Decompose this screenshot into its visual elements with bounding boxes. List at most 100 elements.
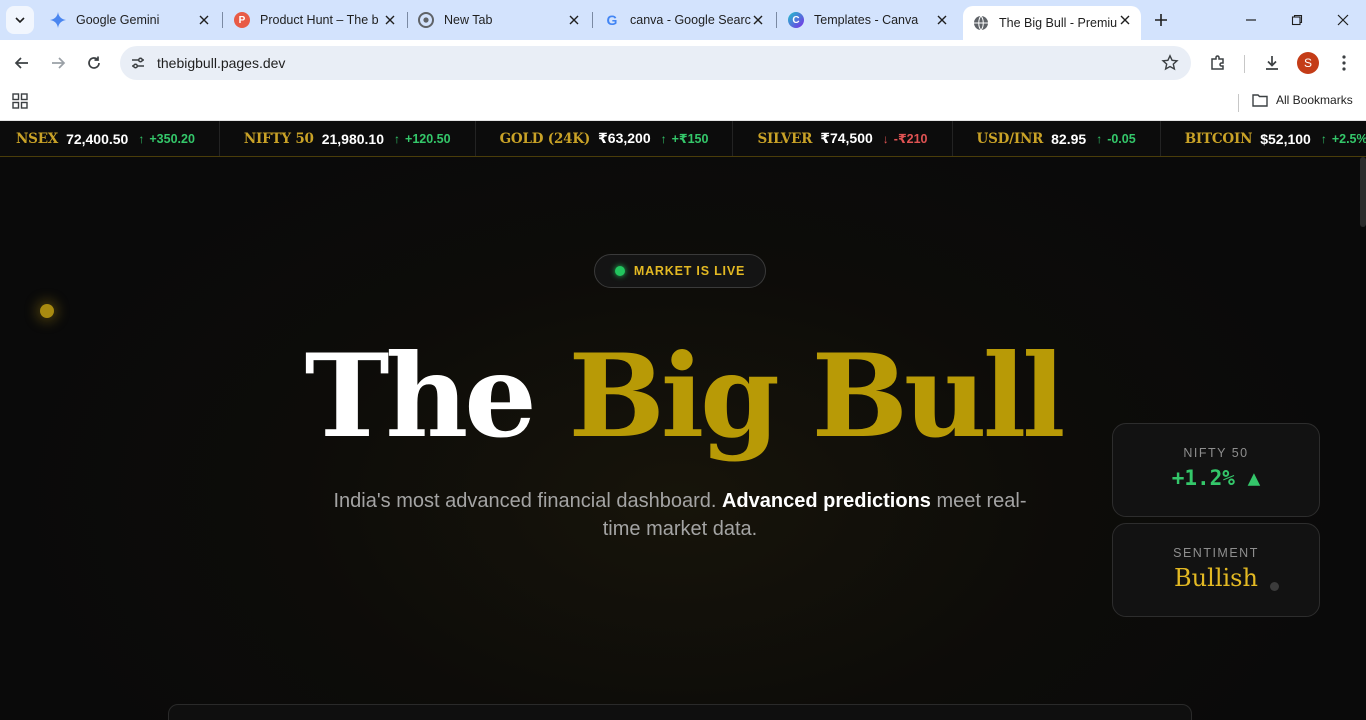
ticker-change-value: +2.5% [1331, 131, 1366, 146]
decorative-dot [1270, 582, 1279, 591]
toolbar-divider [1244, 55, 1245, 73]
tab-title: Product Hunt – The b [260, 13, 379, 27]
product-hunt-icon: P [234, 12, 250, 28]
ticker-change-value: +350.20 [149, 131, 195, 146]
tab-title: Templates - Canva [814, 13, 919, 27]
downloads-button[interactable] [1260, 51, 1284, 75]
apps-grid-icon[interactable] [12, 93, 30, 111]
ticker-price: ₹63,200 [598, 130, 651, 146]
ticker-change: ↑ +350.20 [138, 132, 195, 146]
tab-search-button[interactable] [6, 6, 34, 34]
profile-avatar[interactable]: S [1297, 52, 1319, 74]
tab-canva-search[interactable]: G canva - Google Searc [594, 6, 774, 34]
tab-separator [592, 12, 593, 28]
ticker-price: 82.95 [1051, 130, 1087, 147]
forward-button[interactable] [44, 49, 72, 77]
close-icon[interactable] [1117, 12, 1133, 28]
folder-icon [1252, 94, 1268, 107]
ticker-change: ↑ +2.5% [1321, 132, 1366, 146]
ticker-price: 72,400.50 [66, 130, 129, 147]
tab-new-tab[interactable]: New Tab [408, 6, 590, 34]
ticker-name: GOLD (24K) [499, 130, 591, 147]
close-icon[interactable] [566, 12, 582, 28]
tab-product-hunt[interactable]: P Product Hunt – The b [224, 6, 406, 34]
ticker-price: 21,980.10 [321, 130, 385, 147]
page-scrollbar[interactable] [1360, 157, 1366, 227]
arrow-left-icon [14, 57, 28, 69]
minimize-icon [1246, 19, 1256, 21]
chevron-down-icon [15, 17, 25, 24]
site-settings-icon[interactable] [128, 53, 148, 73]
bookmark-star-icon[interactable] [1161, 54, 1179, 72]
ticker-change: ↑ +₹150 [661, 131, 709, 147]
tab-google-gemini[interactable]: Google Gemini [40, 6, 220, 34]
ticker-change-value: -₹210 [893, 132, 928, 146]
minimize-button[interactable] [1228, 0, 1274, 40]
url-text[interactable]: thebigbull.pages.dev [157, 55, 285, 71]
tab-the-big-bull[interactable]: The Big Bull - Premiu [963, 6, 1141, 40]
market-status-text: MARKET IS LIVE [633, 264, 746, 278]
ticker-change: ↑ +120.50 [394, 132, 451, 146]
puzzle-icon [1211, 55, 1224, 70]
kebab-menu-icon [1342, 55, 1346, 71]
restore-button[interactable] [1274, 0, 1320, 40]
ticker-name: NSEX [16, 130, 59, 147]
ticker-item: NSEX 72,400.50 ↑ +350.20 [0, 121, 220, 156]
reload-icon [88, 56, 100, 69]
ticker-change: ↑ -0.05 [1096, 132, 1136, 146]
ticker-item: BITCOIN $52,100 ↑ +2.5% [1161, 121, 1366, 156]
market-ticker: NSEX 72,400.50 ↑ +350.20 NIFTY 50 21,980.… [0, 121, 1366, 157]
address-bar[interactable]: thebigbull.pages.dev [120, 46, 1191, 80]
tab-strip: Google Gemini P Product Hunt – The b New… [0, 0, 1366, 40]
browser-toolbar: thebigbull.pages.dev S [0, 40, 1366, 86]
nifty-card-value: +1.2% ▲ [1171, 466, 1261, 490]
ticker-change-value: -0.05 [1107, 131, 1136, 146]
menu-button[interactable] [1332, 51, 1356, 75]
tab-canva-templates[interactable]: C Templates - Canva [778, 6, 958, 34]
all-bookmarks-button[interactable]: All Bookmarks [1252, 93, 1353, 107]
ticker-item: USD/INR 82.95 ↑ -0.05 [953, 121, 1161, 156]
hero-title-part1: The [304, 329, 537, 463]
arrow-up-icon: ↑ [138, 131, 145, 146]
back-button[interactable] [8, 49, 36, 77]
nifty-card: NIFTY 50 +1.2% ▲ [1112, 423, 1320, 517]
bookmarks-bar: All Bookmarks [0, 86, 1366, 121]
sentiment-card: SENTIMENT Bullish [1112, 523, 1320, 617]
ticker-price: ₹74,500 [820, 130, 873, 146]
reload-button[interactable] [80, 49, 108, 77]
ticker-item: GOLD (24K) ₹63,200 ↑ +₹150 [476, 121, 734, 156]
arrow-down-icon: ↓ [882, 131, 889, 146]
live-indicator-dot [614, 266, 625, 276]
dashboard-panel [168, 704, 1192, 720]
close-window-button[interactable] [1320, 0, 1366, 40]
ticker-change-value: +120.50 [405, 131, 451, 146]
canva-icon: C [788, 12, 804, 28]
tab-title: canva - Google Searc [630, 13, 751, 27]
market-status-badge: MARKET IS LIVE [594, 254, 766, 288]
ticker-change-value: +₹150 [671, 132, 709, 146]
close-icon[interactable] [750, 12, 766, 28]
ticker-name: NIFTY 50 [243, 130, 314, 147]
extensions-button[interactable] [1206, 51, 1230, 75]
decorative-glow-dot [40, 304, 54, 318]
restore-icon [1291, 14, 1303, 26]
sentiment-card-label: SENTIMENT [1173, 546, 1259, 560]
ticker-name: USD/INR [976, 130, 1044, 147]
nifty-card-label: NIFTY 50 [1183, 446, 1249, 460]
hero-title-part2: Big Bull [568, 329, 1066, 463]
subtitle-start: India's most advanced financial dashboar… [333, 490, 717, 512]
page-viewport: NSEX 72,400.50 ↑ +350.20 NIFTY 50 21,980.… [0, 121, 1366, 720]
close-icon[interactable] [382, 12, 398, 28]
new-tab-button[interactable] [1150, 9, 1172, 31]
ticker-name: BITCOIN [1184, 130, 1253, 147]
arrow-up-icon: ↑ [394, 131, 401, 146]
sentiment-card-value: Bullish [1174, 564, 1258, 592]
hero-subtitle: India's most advanced financial dashboar… [330, 487, 1030, 543]
close-icon[interactable] [196, 12, 212, 28]
arrow-up-icon: ↑ [1096, 131, 1103, 146]
download-icon [1266, 56, 1278, 70]
tab-separator [222, 12, 223, 28]
close-icon[interactable] [934, 12, 950, 28]
tab-title: New Tab [444, 13, 493, 27]
close-icon [1337, 14, 1349, 26]
